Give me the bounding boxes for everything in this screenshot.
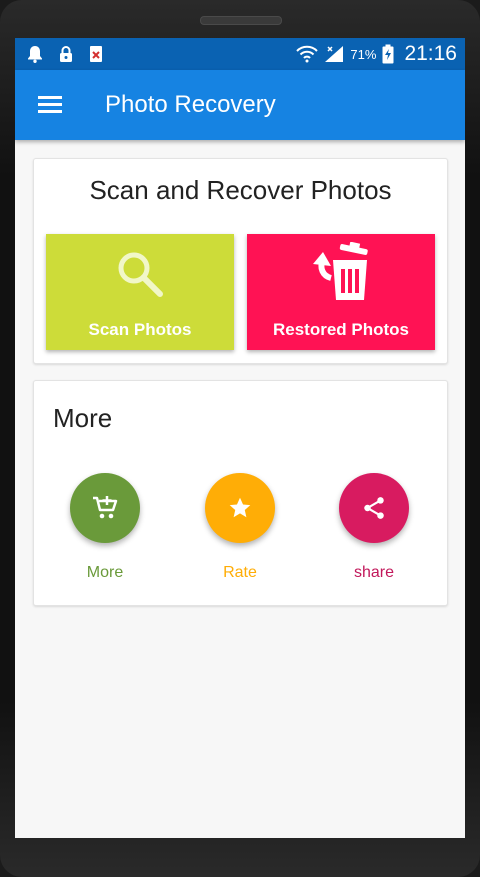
clock: 21:16 [404,42,457,65]
more-apps-button[interactable] [70,473,140,543]
hamburger-menu-icon[interactable] [38,96,62,114]
status-bar: 71% 21:16 [15,38,465,70]
scan-card-title: Scan and Recover Photos [89,175,392,205]
more-card-title: More [53,403,113,433]
restored-photos-label: Restored Photos [272,320,410,339]
search-icon [118,252,163,297]
restored-photos-button[interactable]: Restored Photos [247,234,435,350]
more-label: More [86,564,124,581]
battery-percent: 71% [350,46,377,62]
rate-label: Rate [223,564,257,581]
share-icon [364,497,384,519]
star-icon [229,497,251,518]
rate-button[interactable] [205,473,275,543]
app-title: Photo Recovery [105,91,276,118]
more-card: More More Rate share [33,380,448,606]
wifi-icon [296,45,319,63]
scan-recover-card: Scan and Recover Photos Scan Photos Rest… [33,158,448,364]
share-label: share [353,564,395,581]
error-notification-icon [90,46,102,62]
add-cart-icon [93,496,118,519]
scan-photos-label: Scan Photos [88,320,192,339]
scan-photos-button[interactable]: Scan Photos [46,234,234,350]
signal-icon [325,46,344,62]
battery-charging-icon [382,44,394,64]
device-frame: 71% 21:16 Photo Recovery Scan and Recove… [0,0,480,877]
lock-icon [60,46,72,62]
speaker-grille [200,16,282,25]
app-bar: Photo Recovery [15,70,465,140]
notification-bell-icon [28,46,42,63]
screen: 71% 21:16 Photo Recovery Scan and Recove… [15,38,465,838]
share-button[interactable] [339,473,409,543]
restore-trash-icon [313,242,368,300]
